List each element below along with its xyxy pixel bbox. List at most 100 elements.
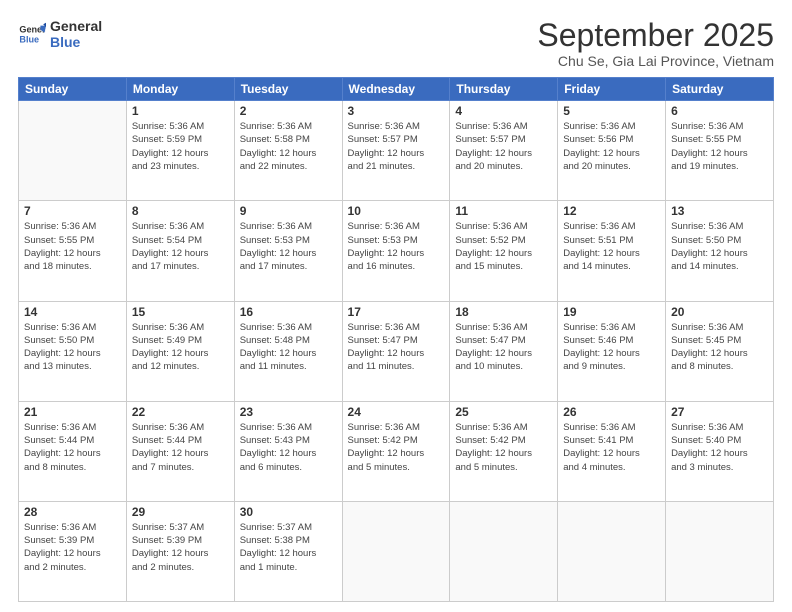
day-number: 3 <box>348 104 445 118</box>
calendar-cell: 1Sunrise: 5:36 AM Sunset: 5:59 PM Daylig… <box>126 101 234 201</box>
calendar-cell: 16Sunrise: 5:36 AM Sunset: 5:48 PM Dayli… <box>234 301 342 401</box>
calendar-header-thursday: Thursday <box>450 78 558 101</box>
day-info: Sunrise: 5:36 AM Sunset: 5:44 PM Dayligh… <box>132 421 229 474</box>
subtitle: Chu Se, Gia Lai Province, Vietnam <box>537 53 774 69</box>
calendar-cell: 22 Sunrise: 5:36 AM Sunset: 5:44 PM Dayli… <box>126 401 234 501</box>
calendar-cell: 5 Sunrise: 5:36 AM Sunset: 5:56 PM Daylig… <box>558 101 666 201</box>
calendar-header-tuesday: Tuesday <box>234 78 342 101</box>
calendar-cell: 13 Sunrise: 5:36 AM Sunset: 5:50 PM Dayli… <box>666 201 774 301</box>
calendar-header-friday: Friday <box>558 78 666 101</box>
day-info: Sunrise: 5:36 AM Sunset: 5:46 PM Dayligh… <box>563 321 660 374</box>
calendar-cell <box>450 501 558 601</box>
calendar-cell: 17 Sunrise: 5:36 AM Sunset: 5:47 PM Dayli… <box>342 301 450 401</box>
day-number: 22 <box>132 405 229 419</box>
day-info: Sunrise: 5:36 AM Sunset: 5:50 PM Dayligh… <box>671 220 768 273</box>
day-info: Sunrise: 5:36 AM Sunset: 5:54 PM Dayligh… <box>132 220 229 273</box>
calendar-cell: 9 Sunrise: 5:36 AM Sunset: 5:53 PM Daylig… <box>234 201 342 301</box>
calendar-cell: 23Sunrise: 5:36 AM Sunset: 5:43 PM Dayli… <box>234 401 342 501</box>
day-number: 15 <box>132 305 229 319</box>
day-number: 20 <box>671 305 768 319</box>
calendar-week-row: 28 Sunrise: 5:36 AM Sunset: 5:39 PM Dayli… <box>19 501 774 601</box>
logo-general: General <box>50 18 102 34</box>
calendar-cell: 14Sunrise: 5:36 AM Sunset: 5:50 PM Dayli… <box>19 301 127 401</box>
day-number: 13 <box>671 204 768 218</box>
calendar-cell: 30Sunrise: 5:37 AM Sunset: 5:38 PM Dayli… <box>234 501 342 601</box>
calendar: SundayMondayTuesdayWednesdayThursdayFrid… <box>18 77 774 602</box>
day-info: Sunrise: 5:36 AM Sunset: 5:51 PM Dayligh… <box>563 220 660 273</box>
calendar-cell <box>19 101 127 201</box>
calendar-week-row: 1Sunrise: 5:36 AM Sunset: 5:59 PM Daylig… <box>19 101 774 201</box>
day-info: Sunrise: 5:36 AM Sunset: 5:50 PM Dayligh… <box>24 321 121 374</box>
day-number: 9 <box>240 204 337 218</box>
calendar-cell: 7 Sunrise: 5:36 AM Sunset: 5:55 PM Daylig… <box>19 201 127 301</box>
day-info: Sunrise: 5:36 AM Sunset: 5:57 PM Dayligh… <box>455 120 552 173</box>
day-number: 17 <box>348 305 445 319</box>
calendar-week-row: 14Sunrise: 5:36 AM Sunset: 5:50 PM Dayli… <box>19 301 774 401</box>
calendar-cell: 25 Sunrise: 5:36 AM Sunset: 5:42 PM Dayli… <box>450 401 558 501</box>
day-info: Sunrise: 5:37 AM Sunset: 5:39 PM Dayligh… <box>132 521 229 574</box>
day-number: 27 <box>671 405 768 419</box>
day-number: 5 <box>563 104 660 118</box>
svg-text:Blue: Blue <box>19 34 39 44</box>
day-number: 16 <box>240 305 337 319</box>
calendar-cell: 10 Sunrise: 5:36 AM Sunset: 5:53 PM Dayli… <box>342 201 450 301</box>
day-number: 26 <box>563 405 660 419</box>
calendar-cell: 28 Sunrise: 5:36 AM Sunset: 5:39 PM Dayli… <box>19 501 127 601</box>
day-info: Sunrise: 5:37 AM Sunset: 5:38 PM Dayligh… <box>240 521 337 574</box>
title-block: September 2025 Chu Se, Gia Lai Province,… <box>537 18 774 69</box>
day-number: 4 <box>455 104 552 118</box>
day-number: 25 <box>455 405 552 419</box>
day-number: 2 <box>240 104 337 118</box>
calendar-cell: 4 Sunrise: 5:36 AM Sunset: 5:57 PM Daylig… <box>450 101 558 201</box>
calendar-cell: 21 Sunrise: 5:36 AM Sunset: 5:44 PM Dayli… <box>19 401 127 501</box>
day-info: Sunrise: 5:36 AM Sunset: 5:56 PM Dayligh… <box>563 120 660 173</box>
day-info: Sunrise: 5:36 AM Sunset: 5:58 PM Dayligh… <box>240 120 337 173</box>
main-title: September 2025 <box>537 18 774 53</box>
logo-icon: General Blue <box>18 20 46 48</box>
day-info: Sunrise: 5:36 AM Sunset: 5:40 PM Dayligh… <box>671 421 768 474</box>
calendar-header-wednesday: Wednesday <box>342 78 450 101</box>
calendar-cell <box>666 501 774 601</box>
calendar-cell: 24Sunrise: 5:36 AM Sunset: 5:42 PM Dayli… <box>342 401 450 501</box>
calendar-cell: 26Sunrise: 5:36 AM Sunset: 5:41 PM Dayli… <box>558 401 666 501</box>
calendar-cell: 6Sunrise: 5:36 AM Sunset: 5:55 PM Daylig… <box>666 101 774 201</box>
day-number: 6 <box>671 104 768 118</box>
day-number: 24 <box>348 405 445 419</box>
calendar-cell: 3 Sunrise: 5:36 AM Sunset: 5:57 PM Daylig… <box>342 101 450 201</box>
calendar-cell: 15 Sunrise: 5:36 AM Sunset: 5:49 PM Dayli… <box>126 301 234 401</box>
day-number: 23 <box>240 405 337 419</box>
calendar-cell: 20 Sunrise: 5:36 AM Sunset: 5:45 PM Dayli… <box>666 301 774 401</box>
day-info: Sunrise: 5:36 AM Sunset: 5:42 PM Dayligh… <box>455 421 552 474</box>
page: General Blue General Blue September 2025… <box>0 0 792 612</box>
day-number: 21 <box>24 405 121 419</box>
calendar-cell <box>342 501 450 601</box>
calendar-cell: 19 Sunrise: 5:36 AM Sunset: 5:46 PM Dayli… <box>558 301 666 401</box>
day-info: Sunrise: 5:36 AM Sunset: 5:59 PM Dayligh… <box>132 120 229 173</box>
day-info: Sunrise: 5:36 AM Sunset: 5:39 PM Dayligh… <box>24 521 121 574</box>
day-info: Sunrise: 5:36 AM Sunset: 5:47 PM Dayligh… <box>455 321 552 374</box>
day-number: 11 <box>455 204 552 218</box>
calendar-cell: 11Sunrise: 5:36 AM Sunset: 5:52 PM Dayli… <box>450 201 558 301</box>
calendar-week-row: 21 Sunrise: 5:36 AM Sunset: 5:44 PM Dayli… <box>19 401 774 501</box>
day-info: Sunrise: 5:36 AM Sunset: 5:44 PM Dayligh… <box>24 421 121 474</box>
day-info: Sunrise: 5:36 AM Sunset: 5:57 PM Dayligh… <box>348 120 445 173</box>
day-info: Sunrise: 5:36 AM Sunset: 5:55 PM Dayligh… <box>24 220 121 273</box>
header: General Blue General Blue September 2025… <box>18 18 774 69</box>
calendar-cell: 12Sunrise: 5:36 AM Sunset: 5:51 PM Dayli… <box>558 201 666 301</box>
day-number: 10 <box>348 204 445 218</box>
day-number: 29 <box>132 505 229 519</box>
day-info: Sunrise: 5:36 AM Sunset: 5:49 PM Dayligh… <box>132 321 229 374</box>
day-info: Sunrise: 5:36 AM Sunset: 5:53 PM Dayligh… <box>348 220 445 273</box>
day-info: Sunrise: 5:36 AM Sunset: 5:47 PM Dayligh… <box>348 321 445 374</box>
calendar-cell: 8 Sunrise: 5:36 AM Sunset: 5:54 PM Daylig… <box>126 201 234 301</box>
day-info: Sunrise: 5:36 AM Sunset: 5:53 PM Dayligh… <box>240 220 337 273</box>
day-number: 28 <box>24 505 121 519</box>
calendar-header-row: SundayMondayTuesdayWednesdayThursdayFrid… <box>19 78 774 101</box>
day-number: 7 <box>24 204 121 218</box>
day-number: 8 <box>132 204 229 218</box>
calendar-header-monday: Monday <box>126 78 234 101</box>
calendar-cell: 29 Sunrise: 5:37 AM Sunset: 5:39 PM Dayli… <box>126 501 234 601</box>
day-info: Sunrise: 5:36 AM Sunset: 5:45 PM Dayligh… <box>671 321 768 374</box>
day-number: 19 <box>563 305 660 319</box>
logo: General Blue General Blue <box>18 18 102 50</box>
